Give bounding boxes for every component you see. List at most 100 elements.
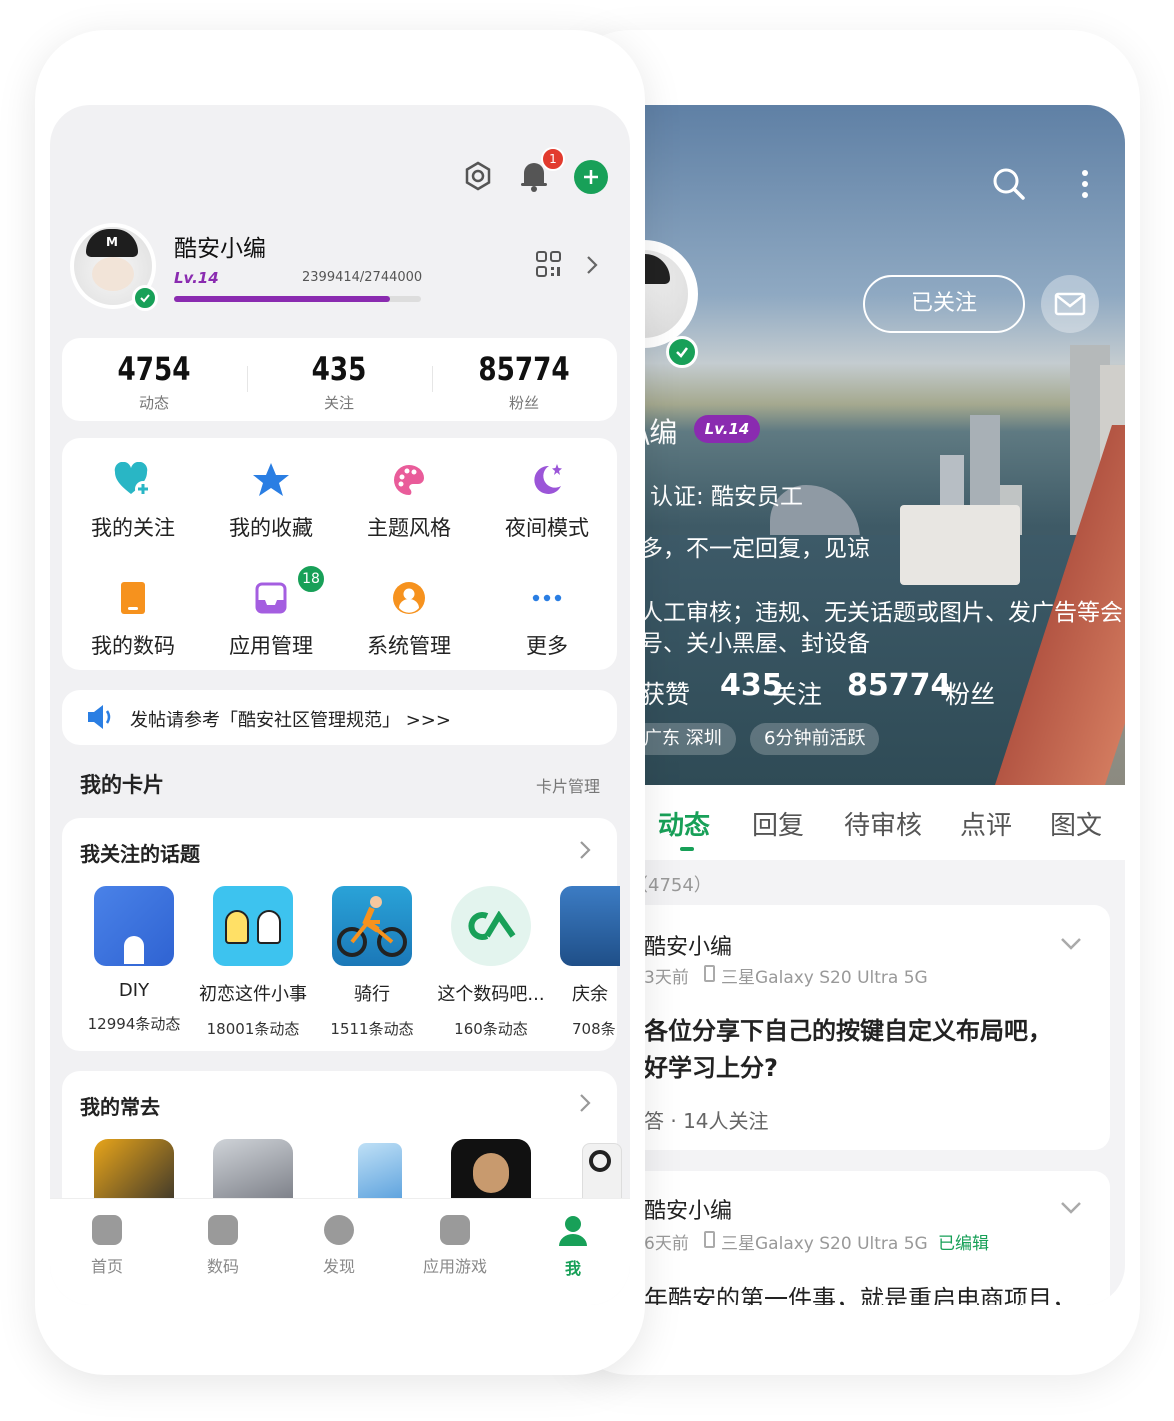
chevron-right-icon[interactable] xyxy=(579,840,591,860)
exp-progress-fill xyxy=(174,296,390,302)
grid-item-my-devices[interactable]: 我的数码 xyxy=(64,578,202,660)
grid-item-theme[interactable]: 主题风格 xyxy=(340,460,478,542)
function-grid-card: 我的关注 我的收藏 主题风格 夜间模式 我的数码 应用管理 18 系统管理 更多 xyxy=(62,438,617,670)
topic-first-love-image xyxy=(213,886,293,966)
post-title-line-1: 年酷安的第一件事，就是重启电商项目， xyxy=(644,1285,1076,1305)
nav-home[interactable]: 首页 xyxy=(52,1215,162,1277)
fans-count[interactable]: 85774 xyxy=(847,668,951,703)
topic-name: 庆余 xyxy=(572,984,608,1005)
tab-articles[interactable]: 图文 xyxy=(1050,805,1102,842)
edited-tag: 已编辑 xyxy=(938,1234,989,1254)
stat-fans-value[interactable]: 85774 xyxy=(450,350,598,388)
nav-apps-games[interactable]: 应用游戏 xyxy=(400,1215,510,1277)
post-title-line-2: 好学习上分? xyxy=(644,1054,778,1082)
speaker-icon xyxy=(88,705,111,729)
digital-icon xyxy=(208,1215,238,1245)
nav-label: 发现 xyxy=(322,1257,355,1276)
chevron-down-icon[interactable] xyxy=(1060,937,1082,951)
notice-bar[interactable]: 发帖请参考「酷安社区管理规范」 >>> xyxy=(62,690,617,745)
topic-item[interactable]: 庆余 708条 xyxy=(550,886,620,1039)
cards-section-title: 我的卡片 xyxy=(80,773,164,797)
grid-label: 系统管理 xyxy=(367,634,451,658)
active-status-pill: 6分钟前活跃 xyxy=(750,723,880,755)
nav-digital[interactable]: 数码 xyxy=(168,1215,278,1277)
grid-label: 夜间模式 xyxy=(505,516,589,540)
follow-label: 关注 xyxy=(772,680,823,709)
profile-name: \编 xyxy=(640,416,678,449)
grid-item-app-manager[interactable]: 应用管理 18 xyxy=(202,564,340,660)
add-button[interactable] xyxy=(574,160,608,194)
location-pill: 广东 深圳 xyxy=(630,723,736,755)
stat-posts-label: 动态 xyxy=(138,394,169,412)
topics-title[interactable]: 我关注的话题 xyxy=(80,838,200,867)
grid-label: 更多 xyxy=(526,634,568,658)
topic-item[interactable]: 骑行 1511条动态 xyxy=(312,886,432,1039)
topic-qingyu-image xyxy=(560,886,620,966)
grid-label: 主题风格 xyxy=(367,516,451,540)
post-title-line-1: 各位分享下自己的按键自定义布局吧， xyxy=(644,1017,1052,1045)
post-author[interactable]: 酷安小编 xyxy=(644,929,732,961)
frequent-title[interactable]: 我的常去 xyxy=(80,1091,160,1120)
grid-item-night-mode[interactable]: 夜间模式 xyxy=(478,460,616,542)
app-update-badge: 18 xyxy=(296,564,326,594)
grid-item-more[interactable]: 更多 xyxy=(478,578,616,660)
me-screen: 1 M 酷安小编 Lv.14 2399414/2744000 4754 动态 4… xyxy=(50,105,630,1305)
nav-me[interactable]: 我 xyxy=(518,1215,628,1279)
settings-icon[interactable] xyxy=(463,161,493,191)
followed-button[interactable]: 已关注 xyxy=(863,275,1025,333)
topic-item[interactable]: DIY 12994条动态 xyxy=(74,886,194,1034)
topic-item[interactable]: 这个数码吧... 160条动态 xyxy=(431,886,551,1039)
nav-discover[interactable]: 发现 xyxy=(284,1215,394,1277)
more-icon xyxy=(532,594,562,602)
profile-cover-image: 已关注 \编 Lv.14 认证: 酷安员工 多，不一定回复，见谅 人工审核；违规… xyxy=(600,105,1125,785)
nav-label: 我 xyxy=(564,1259,581,1278)
bio-line-1: 多，不一定回复，见谅 xyxy=(640,536,870,562)
grid-item-favorites[interactable]: 我的收藏 xyxy=(202,460,340,542)
more-vertical-icon[interactable] xyxy=(1080,169,1090,199)
cards-manage-link[interactable]: 卡片管理 xyxy=(536,773,600,797)
topic-name: 这个数码吧... xyxy=(437,984,545,1005)
followed-topics-card: 我关注的话题 DIY 12994条动态 初恋这件小事 18001条动态 骑行 1… xyxy=(62,818,620,1051)
post-card[interactable]: 酷安小编 3天前 三星Galaxy S20 Ultra 5G 各位分享下自己的按… xyxy=(600,905,1110,1150)
topic-name: DIY xyxy=(118,980,150,1001)
tab-reviews[interactable]: 点评 xyxy=(960,805,1012,842)
topic-count: 18001条动态 xyxy=(206,1020,300,1038)
nav-label: 首页 xyxy=(90,1257,123,1276)
exp-progress-track xyxy=(174,296,421,302)
topic-diy-image xyxy=(94,886,174,966)
grid-label: 我的数码 xyxy=(91,634,175,658)
chevron-down-icon[interactable] xyxy=(1060,1201,1082,1215)
post-time: 6天前 xyxy=(644,1234,689,1254)
star-icon xyxy=(253,463,289,496)
chevron-right-icon[interactable] xyxy=(586,255,598,275)
grid-item-my-follows[interactable]: 我的关注 xyxy=(64,460,202,542)
post-card[interactable]: 酷安小编 6天前 三星Galaxy S20 Ultra 5G 已编辑 年酷安的第… xyxy=(600,1171,1110,1305)
qr-code-icon[interactable] xyxy=(536,251,562,279)
stat-fans-label: 粉丝 xyxy=(508,394,539,412)
verification-text: 认证: 酷安员工 xyxy=(650,484,804,510)
home-icon xyxy=(92,1215,122,1245)
stat-posts-value[interactable]: 4754 xyxy=(80,350,228,388)
post-device: 三星Galaxy S20 Ultra 5G xyxy=(721,968,928,988)
nav-label: 应用游戏 xyxy=(422,1257,487,1276)
verified-icon xyxy=(666,336,698,368)
grid-item-system-manager[interactable]: 系统管理 xyxy=(340,578,478,660)
message-button[interactable] xyxy=(1041,275,1099,333)
active-tab-indicator xyxy=(680,847,694,851)
grid-label: 我的关注 xyxy=(91,516,175,540)
inbox-icon xyxy=(255,582,287,614)
topic-count: 160条动态 xyxy=(454,1020,528,1038)
search-icon[interactable] xyxy=(992,167,1026,201)
moon-icon xyxy=(534,464,562,494)
tab-replies[interactable]: 回复 xyxy=(752,805,804,842)
post-author[interactable]: 酷安小编 xyxy=(644,1193,732,1225)
chevron-right-icon[interactable] xyxy=(579,1093,591,1113)
profile-tab-bar: 动态 回复 待审核 点评 图文 xyxy=(600,785,1125,860)
username[interactable]: 酷安小编 xyxy=(174,229,266,263)
topic-item[interactable]: 初恋这件小事 18001条动态 xyxy=(193,886,313,1039)
bag-icon xyxy=(440,1215,470,1245)
tab-posts[interactable]: 动态 xyxy=(658,805,710,842)
stat-following-value[interactable]: 435 xyxy=(265,350,413,388)
tab-pending[interactable]: 待审核 xyxy=(844,805,922,842)
notice-text: 发帖请参考「酷安社区管理规范」 >>> xyxy=(130,710,451,731)
